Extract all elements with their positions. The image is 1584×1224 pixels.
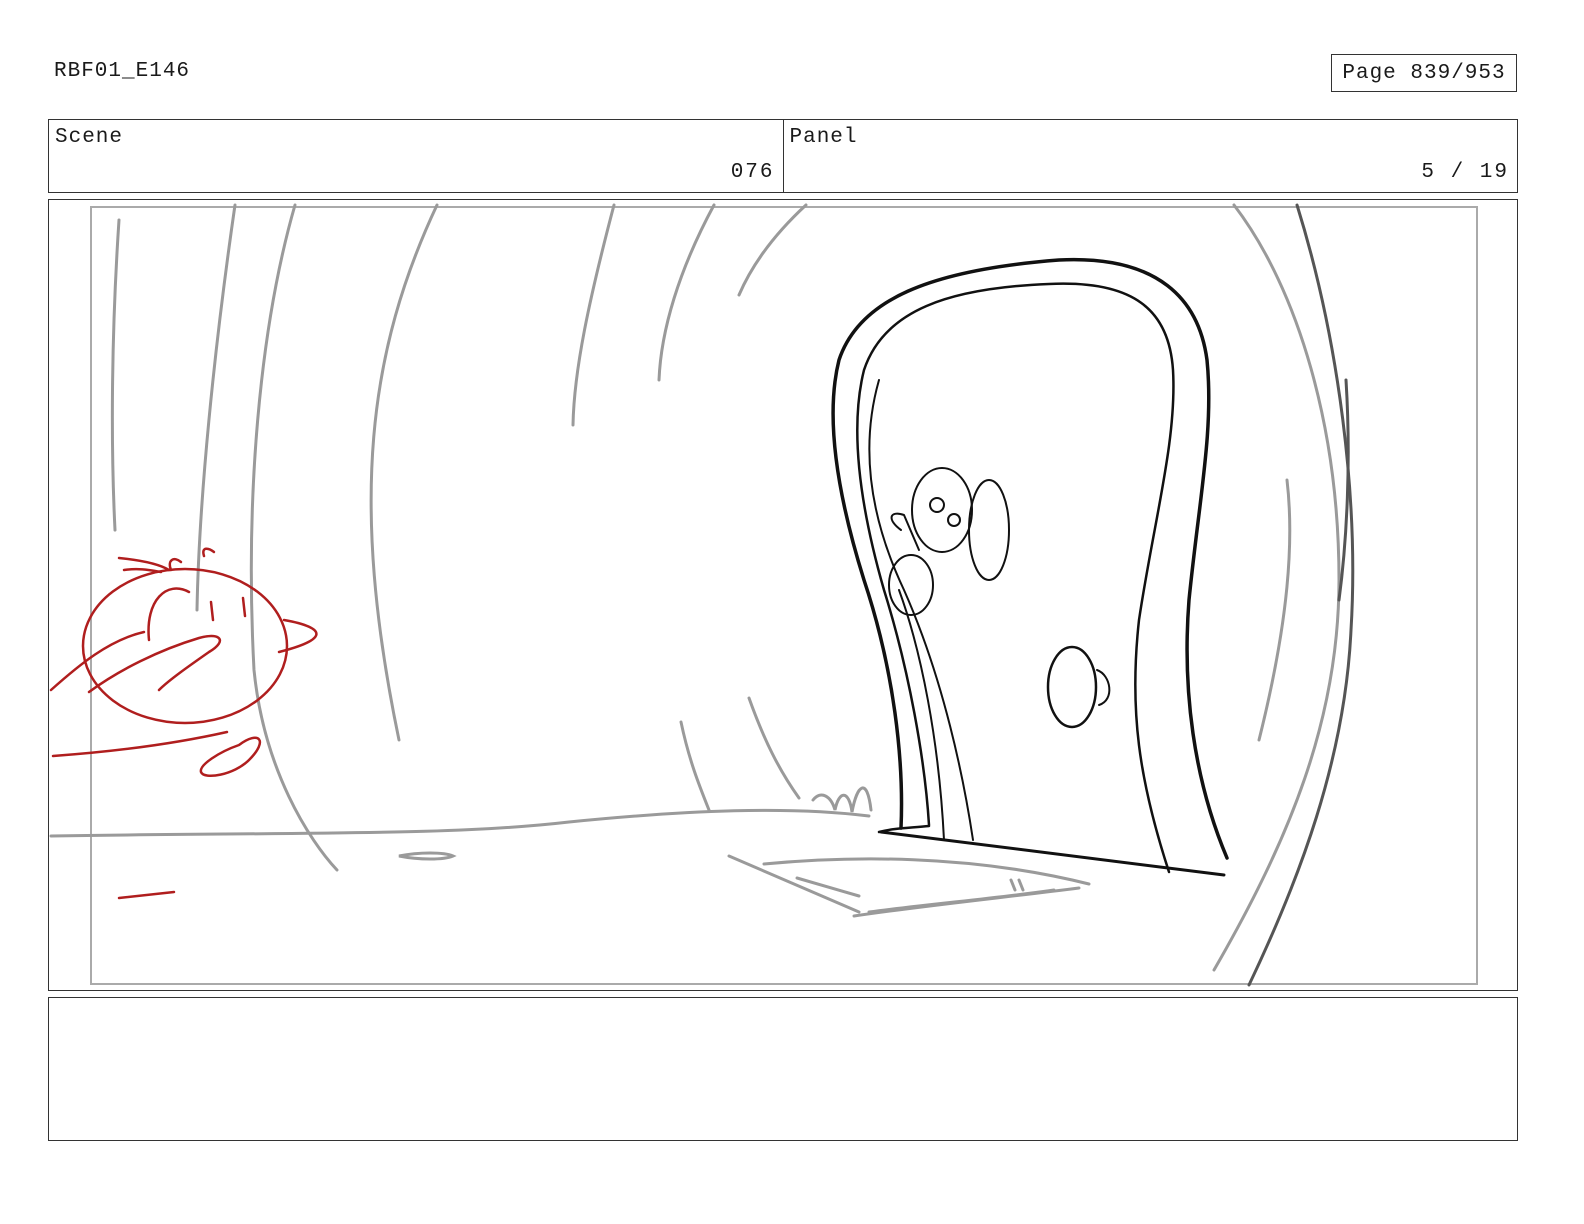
panel-number: 5 / 19 [1421, 161, 1509, 184]
scene-label: Scene [55, 126, 124, 149]
doorknob [1046, 645, 1098, 729]
storyboard-frame [48, 199, 1518, 991]
storyboard-sketch [49, 203, 1478, 987]
page-number: Page 839/953 [1342, 61, 1506, 85]
trunk-lines [1247, 203, 1355, 987]
panel-label: Panel [789, 126, 858, 149]
scene-number: 076 [730, 161, 775, 184]
knocker-plate [968, 479, 1010, 581]
document-title: RBF01_E146 [54, 60, 191, 83]
door [831, 257, 1229, 877]
scene-cell: Scene 076 [49, 120, 783, 192]
background-lines [49, 203, 1341, 972]
panel-cell: Panel 5 / 19 [782, 120, 1518, 192]
page-number-box: Page 839/953 [1331, 54, 1517, 92]
notes-box [48, 997, 1518, 1141]
info-row: Scene 076 Panel 5 / 19 [48, 119, 1518, 193]
character-head [81, 567, 289, 725]
